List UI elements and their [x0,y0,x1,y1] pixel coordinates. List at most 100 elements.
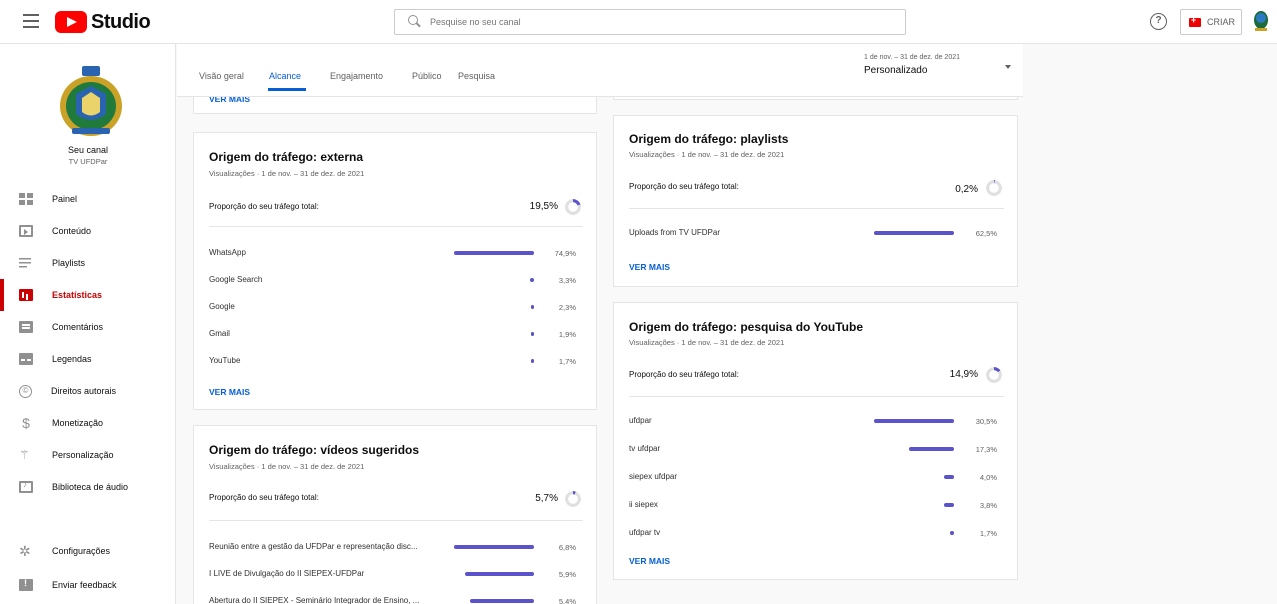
card-subtitle: Visualizações · 1 de nov. – 31 de dez. d… [209,169,365,178]
channel-handle: TV UFDPar [68,157,108,166]
row-label[interactable]: ufdpar tv [629,528,849,537]
customization-icon: ⚚ [19,448,30,462]
sidebar-item-monetizacao[interactable]: $ Monetização [0,407,176,439]
card-subtitle: Visualizações · 1 de nov. – 31 de dez. d… [629,150,785,159]
sidebar-item-label: Conteúdo [52,226,92,236]
sidebar-item-comentarios[interactable]: Comentários [0,311,176,343]
sidebar-item-painel[interactable]: Painel [0,183,176,215]
channel-avatar[interactable] [58,62,124,144]
sidebar-item-personalizacao[interactable]: ⚚ Personalização [0,439,176,471]
row-label[interactable]: Reunião entre a gestão da UFDPar e repre… [209,542,439,551]
row-label[interactable]: Google Search [209,275,429,284]
share-label: Proporção do seu tráfego total: [629,182,739,191]
row-label[interactable]: tv ufdpar [629,444,849,453]
row-bar [470,599,534,603]
sidebar-item-label: Direitos autorais [51,386,117,396]
tab-alcance[interactable]: Alcance [269,71,301,81]
row-percentage: 30,5% [975,417,997,426]
studio-logo[interactable]: Studio [55,10,151,34]
subtitles-icon [19,353,33,365]
row-bar [531,305,534,309]
row-bar [531,359,534,363]
create-button-label: CRIAR [1207,17,1236,27]
menu-icon[interactable] [23,14,39,28]
row-bar [949,531,954,535]
create-button[interactable]: CRIAR [1180,9,1242,35]
tab-visao-geral[interactable]: Visão geral [199,71,244,81]
account-avatar[interactable] [1252,9,1270,35]
search-box[interactable] [394,9,906,35]
sidebar-item-label: Comentários [52,322,104,332]
sidebar-item-enviar-feedback[interactable]: Enviar feedback [0,569,176,601]
comments-icon [19,321,33,333]
sidebar-item-configuracoes[interactable]: ✲ Configurações [0,535,176,567]
tab-pesquisa[interactable]: Pesquisa [458,71,495,81]
ver-mais-link[interactable]: VER MAIS [629,262,670,272]
sidebar-item-label: Configurações [52,546,111,556]
sidebar-item-biblioteca-audio[interactable]: Biblioteca de áudio [0,471,176,503]
sidebar-item-label: Enviar feedback [52,580,117,590]
row-label[interactable]: Abertura do II SIEPEX - Seminário Integr… [209,596,439,604]
traffic-card-externa: Origem do tráfego: externa Visualizações… [193,132,597,410]
share-label: Proporção do seu tráfego total: [629,370,739,379]
sidebar-item-label: Personalização [52,450,114,460]
playlists-icon [19,257,33,269]
sidebar: Seu canal TV UFDPar Painel Conteúdo Play… [0,44,176,604]
sidebar-item-legendas[interactable]: Legendas [0,343,176,375]
help-icon[interactable]: ? [1150,13,1167,30]
row-percentage: 1,7% [558,357,576,366]
tab-publico[interactable]: Público [412,71,442,81]
card-title: Origem do tráfego: playlists [629,132,789,146]
card-subtitle: Visualizações · 1 de nov. – 31 de dez. d… [629,338,785,347]
sidebar-item-label: Playlists [52,258,86,268]
row-label[interactable]: ufdpar [629,416,849,425]
sidebar-item-direitos-autorais[interactable]: © Direitos autorais [0,375,176,407]
row-label[interactable]: Uploads from TV UFDPar [629,228,849,237]
chevron-down-icon[interactable] [1005,65,1011,69]
card-title: Origem do tráfego: externa [209,150,364,164]
audio-library-icon [19,480,33,493]
row-bar [530,278,534,282]
row-percentage: 5,4% [558,597,576,604]
row-percentage: 74,9% [554,249,576,258]
card-subtitle: Visualizações · 1 de nov. – 31 de dez. d… [209,462,365,471]
row-label[interactable]: YouTube [209,356,429,365]
dashboard-icon [19,193,33,205]
share-donut [986,180,1002,196]
row-percentage: 1,9% [558,330,576,339]
share-label: Proporção do seu tráfego total: [209,202,319,211]
traffic-card-sugeridos: Origem do tráfego: vídeos sugeridos Visu… [193,425,597,604]
sidebar-item-playlists[interactable]: Playlists [0,247,176,279]
row-label[interactable]: I LIVE de Divulgação do II SIEPEX-UFDPar [209,569,439,578]
row-label[interactable]: WhatsApp [209,248,429,257]
row-bar [531,332,534,336]
tab-engajamento[interactable]: Engajamento [330,71,383,81]
row-percentage: 6,8% [558,543,576,552]
share-donut [565,491,581,507]
row-percentage: 3,3% [558,276,576,285]
row-label[interactable]: siepex ufdpar [629,472,849,481]
row-percentage: 1,7% [979,529,997,538]
share-value: 19,5% [529,201,558,212]
row-percentage: 3,8% [979,501,997,510]
search-input[interactable] [430,17,870,27]
date-range-picker[interactable]: 1 de nov. – 31 de dez. de 2021 Personali… [864,54,960,76]
sidebar-item-estatisticas[interactable]: Estatísticas [0,279,176,311]
row-label[interactable]: ii siepex [629,500,849,509]
ver-mais-link[interactable]: VER MAIS [209,387,250,397]
ver-mais-link[interactable]: VER MAIS [629,556,670,566]
content-icon [19,225,33,237]
feedback-icon [19,578,33,591]
card-title: Origem do tráfego: pesquisa do YouTube [629,320,864,334]
divider [629,396,1004,397]
row-label[interactable]: Google [209,302,429,311]
row-percentage: 17,3% [975,445,997,454]
row-label[interactable]: Gmail [209,329,429,338]
sidebar-item-conteudo[interactable]: Conteúdo [0,215,176,247]
share-donut [565,199,581,215]
row-percentage: 5,9% [558,570,576,579]
youtube-play-icon [55,11,87,33]
traffic-card-pesquisa: Origem do tráfego: pesquisa do YouTube V… [613,302,1018,580]
row-bar [874,419,954,423]
search-icon [408,15,422,29]
